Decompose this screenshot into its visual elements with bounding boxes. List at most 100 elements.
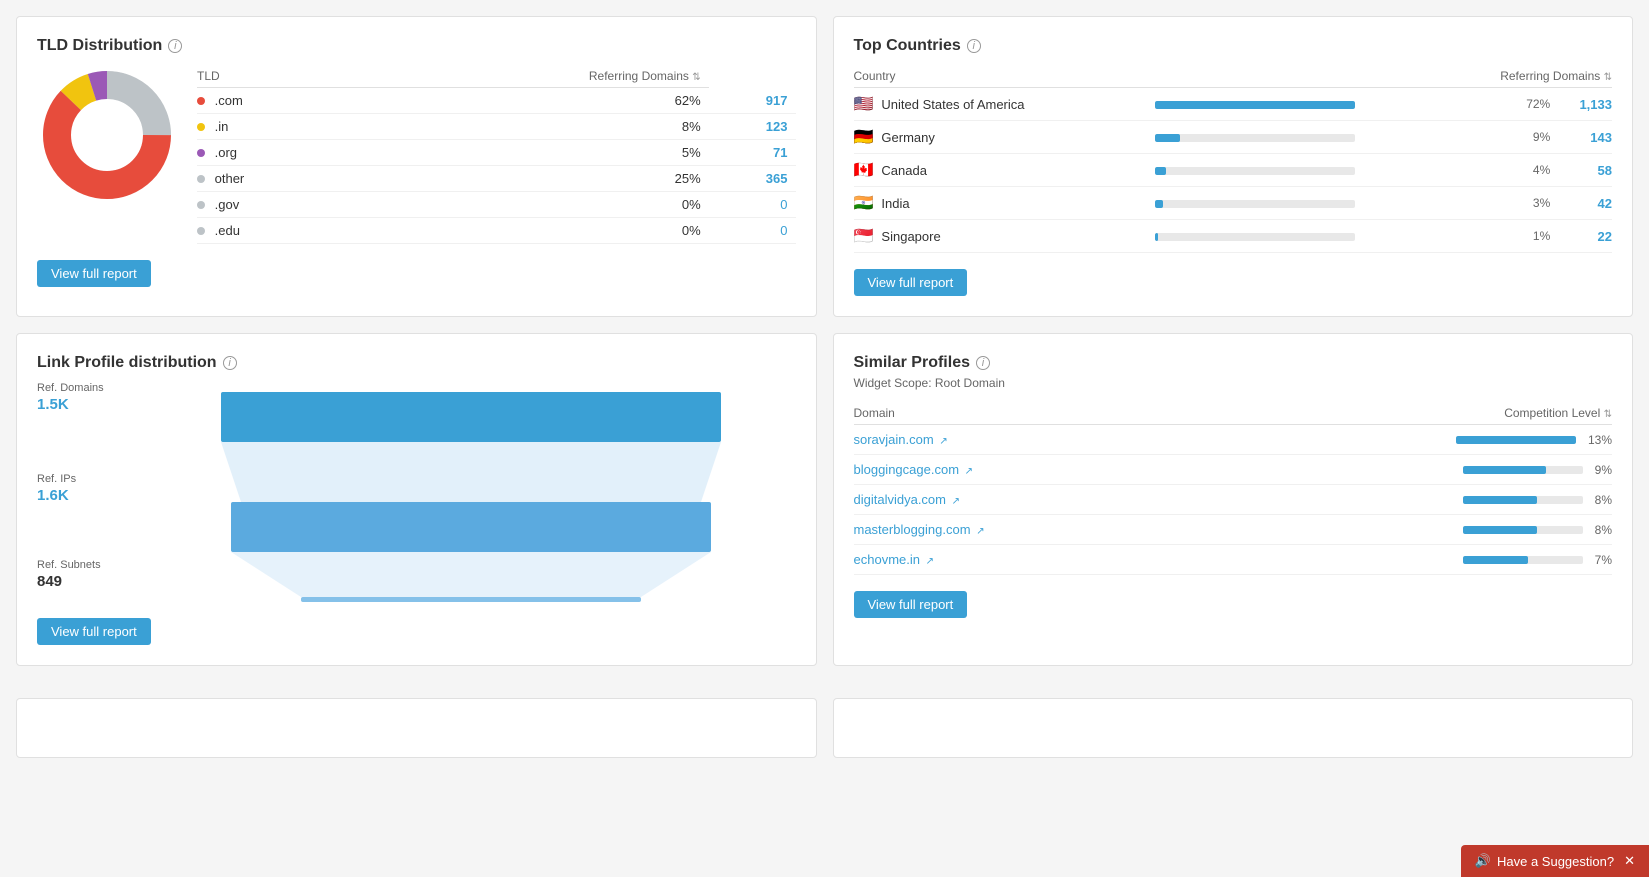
tld-distribution-card: TLD Distribution i	[16, 16, 817, 317]
country-pct-cell: 4%	[1508, 154, 1550, 187]
tld-name-cell: .in	[197, 114, 359, 140]
comp-bar-fill	[1463, 496, 1537, 504]
country-row: 🇮🇳 India 3% 42	[854, 187, 1613, 220]
bottom-left-card	[16, 698, 817, 758]
country-row: 🇸🇬 Singapore 1% 22	[854, 220, 1613, 253]
tld-view-full-report-button[interactable]: View full report	[37, 260, 151, 287]
country-bar-cell	[1155, 187, 1508, 220]
domain-col-header: Domain	[854, 402, 1200, 425]
external-link-icon: ↗	[952, 496, 960, 507]
link-profile-info-icon[interactable]: i	[223, 356, 237, 370]
comp-pct-value: 13%	[1588, 433, 1612, 447]
country-count-cell: 1,133	[1550, 88, 1612, 121]
tld-info-icon[interactable]: i	[168, 39, 182, 53]
profile-row: digitalvidya.com ↗ 8%	[854, 485, 1613, 515]
profiles-view-full-report-button[interactable]: View full report	[854, 591, 968, 618]
country-flag: 🇸🇬	[854, 226, 874, 246]
country-count-cell: 58	[1550, 154, 1612, 187]
tld-pct-cell: 62%	[359, 88, 709, 114]
profile-comp-cell: 9%	[1200, 455, 1612, 485]
country-bar-container	[1155, 200, 1355, 208]
comp-pct-value: 7%	[1595, 553, 1612, 567]
tld-name-cell: .gov	[197, 192, 359, 218]
tld-row: .org 5% 71	[197, 140, 796, 166]
profile-comp-cell: 7%	[1200, 545, 1612, 575]
profile-domain-link[interactable]: bloggingcage.com	[854, 462, 960, 477]
tld-table: TLD Referring Domains ⇅ .com 62% 917 .in	[197, 65, 796, 244]
country-bar-container	[1155, 134, 1355, 142]
link-profile-content: Ref. Domains 1.5K Ref. IPs 1.6K Ref. Sub…	[37, 382, 796, 602]
country-label: Germany	[881, 130, 934, 145]
ref-ips-value: 1.6K	[37, 487, 127, 504]
tld-referring-domains-header: Referring Domains ⇅	[359, 65, 709, 88]
speaker-icon: 🔊	[1475, 853, 1491, 869]
external-link-icon: ↗	[965, 466, 973, 477]
comp-bar-container	[1456, 436, 1576, 444]
comp-pct-value: 8%	[1595, 523, 1612, 537]
country-pct-cell: 9%	[1508, 121, 1550, 154]
funnel-chart	[147, 382, 796, 602]
country-name-cell: 🇩🇪 Germany	[854, 121, 1156, 154]
country-name-cell: 🇨🇦 Canada	[854, 154, 1156, 187]
tld-label: .org	[215, 145, 237, 160]
profile-domain-link[interactable]: echovme.in	[854, 552, 920, 567]
tld-count-cell: 0	[709, 192, 796, 218]
top-countries-title: Top Countries i	[854, 37, 1613, 55]
comp-bar-container	[1463, 466, 1583, 474]
country-pct-cell: 3%	[1508, 187, 1550, 220]
external-link-icon: ↗	[976, 526, 984, 537]
sort-icon[interactable]: ⇅	[692, 72, 700, 83]
sort-icon[interactable]: ⇅	[1604, 409, 1612, 420]
countries-view-full-report-button[interactable]: View full report	[854, 269, 968, 296]
link-profile-view-full-report-button[interactable]: View full report	[37, 618, 151, 645]
country-bar-fill	[1155, 200, 1163, 208]
country-bar-fill	[1155, 134, 1180, 142]
close-icon[interactable]: ✕	[1624, 853, 1635, 869]
link-profile-card: Link Profile distribution i Ref. Domains…	[16, 333, 817, 666]
profile-row: bloggingcage.com ↗ 9%	[854, 455, 1613, 485]
sort-icon[interactable]: ⇅	[1604, 72, 1612, 83]
tld-row: .com 62% 917	[197, 88, 796, 114]
country-flag: 🇺🇸	[854, 94, 874, 114]
tld-color-dot	[197, 149, 205, 157]
profile-domain-cell: bloggingcage.com ↗	[854, 455, 1200, 485]
profiles-table: Domain Competition Level ⇅ soravjain.com…	[854, 402, 1613, 575]
country-flag: 🇮🇳	[854, 193, 874, 213]
profile-row: masterblogging.com ↗ 8%	[854, 515, 1613, 545]
profile-domain-link[interactable]: masterblogging.com	[854, 522, 971, 537]
tld-row: other 25% 365	[197, 166, 796, 192]
tld-pct-cell: 25%	[359, 166, 709, 192]
top-countries-info-icon[interactable]: i	[967, 39, 981, 53]
bottom-stub	[0, 698, 1649, 774]
similar-profiles-info-icon[interactable]: i	[976, 356, 990, 370]
profile-domain-cell: masterblogging.com ↗	[854, 515, 1200, 545]
profile-comp-cell: 8%	[1200, 485, 1612, 515]
country-bar-cell	[1155, 154, 1508, 187]
link-stats: Ref. Domains 1.5K Ref. IPs 1.6K Ref. Sub…	[37, 382, 127, 590]
tld-color-dot	[197, 175, 205, 183]
tld-row: .gov 0% 0	[197, 192, 796, 218]
tld-row: .edu 0% 0	[197, 218, 796, 244]
comp-pct-value: 9%	[1595, 463, 1612, 477]
profile-row: echovme.in ↗ 7%	[854, 545, 1613, 575]
country-col-header: Country	[854, 65, 1156, 88]
tld-title: TLD Distribution i	[37, 37, 796, 55]
profile-domain-link[interactable]: digitalvidya.com	[854, 492, 947, 507]
comp-bar-container	[1463, 556, 1583, 564]
tld-label: .in	[215, 119, 229, 134]
tld-label: .edu	[215, 223, 240, 238]
suggestion-button[interactable]: 🔊 Have a Suggestion? ✕	[1461, 845, 1649, 877]
country-bar-fill	[1155, 233, 1158, 241]
country-bar-cell	[1155, 220, 1508, 253]
ref-ips-label: Ref. IPs	[37, 473, 127, 485]
country-flag: 🇩🇪	[854, 127, 874, 147]
profile-domain-cell: soravjain.com ↗	[854, 425, 1200, 455]
country-name-cell: 🇺🇸 United States of America	[854, 88, 1156, 121]
tld-name-cell: .edu	[197, 218, 359, 244]
country-bar-container	[1155, 167, 1355, 175]
country-bar-cell	[1155, 121, 1508, 154]
country-count-cell: 143	[1550, 121, 1612, 154]
tld-count-cell: 123	[709, 114, 796, 140]
country-bar-fill	[1155, 101, 1355, 109]
profile-domain-link[interactable]: soravjain.com	[854, 432, 934, 447]
